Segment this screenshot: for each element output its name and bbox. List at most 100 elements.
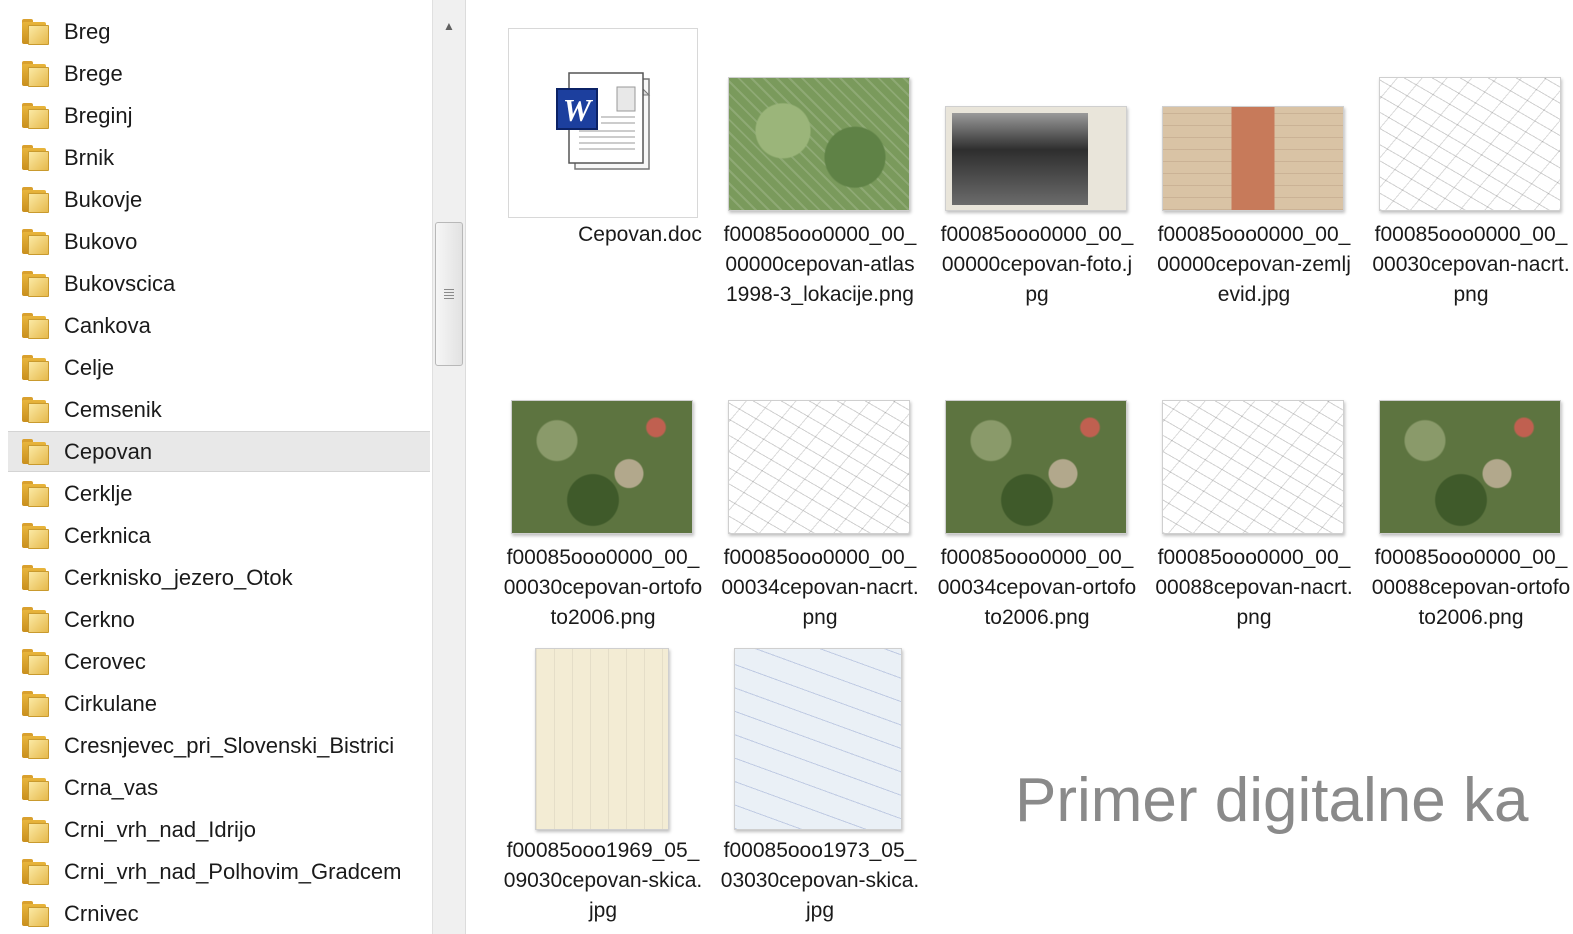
tree-item-label: Cerklje: [64, 481, 133, 506]
tree-item-label: Cemsenik: [64, 397, 162, 422]
file-name: f00085ooo0000_00_00034cepovan-nacrt.png: [721, 546, 919, 629]
file-item-00034-nacrt[interactable]: f00085ooo0000_00_00034cepovan-nacrt.png: [720, 360, 920, 640]
folder-icon: [22, 901, 50, 927]
word-document-icon: W: [556, 72, 651, 170]
file-thumbnail: [945, 400, 1127, 534]
file-name: f00085ooo0000_00_00034cepovan-ortofoto20…: [937, 546, 1137, 629]
tree-item-label: Cerknisko_jezero_Otok: [64, 565, 293, 590]
file-thumbnail: [1379, 400, 1561, 534]
svg-text:W: W: [563, 92, 594, 128]
tree-item-cerknica[interactable]: Cerknica: [8, 516, 430, 556]
tree-item-bukovo[interactable]: Bukovo: [8, 222, 430, 262]
tree-item-label: Cankova: [64, 313, 151, 338]
file-item-cepovan-doc[interactable]: W Cepovan.doc: [503, 0, 703, 340]
tree-item-label: Brnik: [64, 145, 115, 170]
file-thumbnail: [1162, 400, 1344, 534]
file-name: Cepovan.doc: [578, 223, 702, 246]
folder-icon: [22, 523, 50, 549]
tree-item-label: Cerkno: [64, 607, 135, 632]
tree-item-label: Breginj: [64, 103, 133, 128]
tree-item-cepovan[interactable]: Cepovan: [8, 431, 430, 472]
folder-icon: [22, 19, 50, 45]
file-name: f00085ooo0000_00_00000cepovan-atlas1998-…: [723, 223, 917, 306]
file-name: f00085ooo0000_00_00000cepovan-zemljevid.…: [1157, 223, 1351, 306]
file-item-00034-ortofoto[interactable]: f00085ooo0000_00_00034cepovan-ortofoto20…: [937, 360, 1137, 640]
tree-item-label: Crni_vrh_nad_Idrijo: [64, 817, 256, 842]
tree-item-label: Cresnjevec_pri_Slovenski_Bistrici: [64, 733, 395, 758]
tree-item-cerovec[interactable]: Cerovec: [8, 642, 430, 682]
file-item-00088-nacrt[interactable]: f00085ooo0000_00_00088cepovan-nacrt.png: [1154, 360, 1354, 640]
file-thumbnail: [728, 400, 910, 534]
folder-icon: [22, 438, 50, 465]
tree-item-label: Cirkulane: [64, 691, 157, 716]
scrollbar-thumb[interactable]: [435, 222, 463, 366]
tree-item-label: Brege: [64, 61, 123, 86]
folder-icon: [22, 145, 50, 171]
folder-icon: [22, 103, 50, 129]
tree-item-label: Cerknica: [64, 523, 151, 548]
tree-item-breg[interactable]: Breg: [8, 12, 430, 52]
file-thumbnail: [734, 648, 902, 830]
file-name: f00085ooo0000_00_00030cepovan-nacrt.png: [1372, 223, 1570, 306]
tree-item-bukovscica[interactable]: Bukovscica: [8, 264, 430, 304]
tree-scrollbar[interactable]: ▲: [432, 0, 466, 934]
file-item-00030-ortofoto[interactable]: f00085ooo0000_00_00030cepovan-ortofoto20…: [503, 360, 703, 640]
tree-item-label: Cerovec: [64, 649, 146, 674]
folder-icon: [22, 313, 50, 339]
file-thumbnail: [945, 106, 1127, 211]
file-thumbnail: [1162, 106, 1344, 211]
file-name: f00085ooo1973_05_03030cepovan-skica.jpg: [720, 839, 920, 922]
scroll-up-arrow-icon[interactable]: ▲: [433, 12, 465, 40]
folder-icon: [22, 61, 50, 87]
file-name: f00085ooo0000_00_00000cepovan-foto.jpg: [940, 223, 1134, 306]
tree-item-cirkulane[interactable]: Cirkulane: [8, 684, 430, 724]
tree-item-crni-vrh-nad-idrijo[interactable]: Crni_vrh_nad_Idrijo: [8, 810, 430, 850]
tree-item-crna-vas[interactable]: Crna_vas: [8, 768, 430, 808]
tree-item-brege[interactable]: Brege: [8, 54, 430, 94]
folder-icon: [22, 565, 50, 591]
folder-icon: [22, 355, 50, 381]
file-item-zemljevid[interactable]: f00085ooo0000_00_00000cepovan-zemljevid.…: [1154, 0, 1354, 340]
file-item-00088-ortofoto[interactable]: f00085ooo0000_00_00088cepovan-ortofoto20…: [1371, 360, 1571, 640]
file-thumbnail: [728, 77, 910, 211]
file-thumbnail: W: [508, 28, 698, 218]
folder-tree: Breg Brege Breginj Brnik Bukovje Bukovo …: [0, 0, 432, 934]
folder-icon: [22, 649, 50, 675]
tree-item-label: Crna_vas: [64, 775, 159, 800]
tree-item-crnivec[interactable]: Crnivec: [8, 894, 430, 934]
tree-item-cresnjevec[interactable]: Cresnjevec_pri_Slovenski_Bistrici: [8, 726, 430, 766]
tree-item-brnik[interactable]: Brnik: [8, 138, 430, 178]
file-item-atlas-lokacije[interactable]: f00085ooo0000_00_00000cepovan-atlas1998-…: [720, 0, 920, 340]
file-name: f00085ooo0000_00_00088cepovan-ortofoto20…: [1371, 546, 1571, 629]
file-item-00030-nacrt[interactable]: f00085ooo0000_00_00030cepovan-nacrt.png: [1371, 0, 1571, 340]
tree-item-label: Bukovscica: [64, 271, 176, 296]
tree-item-crni-vrh-nad-polhovim-gradcem[interactable]: Crni_vrh_nad_Polhovim_Gradcem: [8, 852, 430, 892]
tree-item-cerkno[interactable]: Cerkno: [8, 600, 430, 640]
file-item-1969-skica[interactable]: f00085ooo1969_05_09030cepovan-skica.jpg: [503, 640, 703, 934]
tree-item-cerklje[interactable]: Cerklje: [8, 474, 430, 514]
folder-icon: [22, 397, 50, 423]
file-item-foto[interactable]: f00085ooo0000_00_00000cepovan-foto.jpg: [937, 0, 1137, 340]
tree-item-label: Crnivec: [64, 901, 139, 926]
tree-item-bukovje[interactable]: Bukovje: [8, 180, 430, 220]
file-name: f00085ooo0000_00_00030cepovan-ortofoto20…: [503, 546, 703, 629]
folder-icon: [22, 229, 50, 255]
file-item-1973-skica[interactable]: f00085ooo1973_05_03030cepovan-skica.jpg: [720, 640, 920, 934]
folder-icon: [22, 817, 50, 843]
folder-icon: [22, 187, 50, 213]
tree-item-cemsenik[interactable]: Cemsenik: [8, 390, 430, 430]
tree-item-breginj[interactable]: Breginj: [8, 96, 430, 136]
overlay-caption: Primer digitalne ka: [1015, 766, 1529, 835]
tree-item-label: Celje: [64, 355, 115, 380]
tree-item-label: Crni_vrh_nad_Polhovim_Gradcem: [64, 859, 402, 884]
tree-item-cerknisko-jezero-otok[interactable]: Cerknisko_jezero_Otok: [8, 558, 430, 598]
file-name: f00085ooo1969_05_09030cepovan-skica.jpg: [503, 839, 703, 922]
folder-icon: [22, 859, 50, 885]
folder-icon: [22, 607, 50, 633]
file-thumbnail: [511, 400, 693, 534]
file-thumbnail: [1379, 77, 1561, 211]
tree-item-celje[interactable]: Celje: [8, 348, 430, 388]
folder-icon: [22, 775, 50, 801]
folder-icon: [22, 271, 50, 297]
tree-item-cankova[interactable]: Cankova: [8, 306, 430, 346]
